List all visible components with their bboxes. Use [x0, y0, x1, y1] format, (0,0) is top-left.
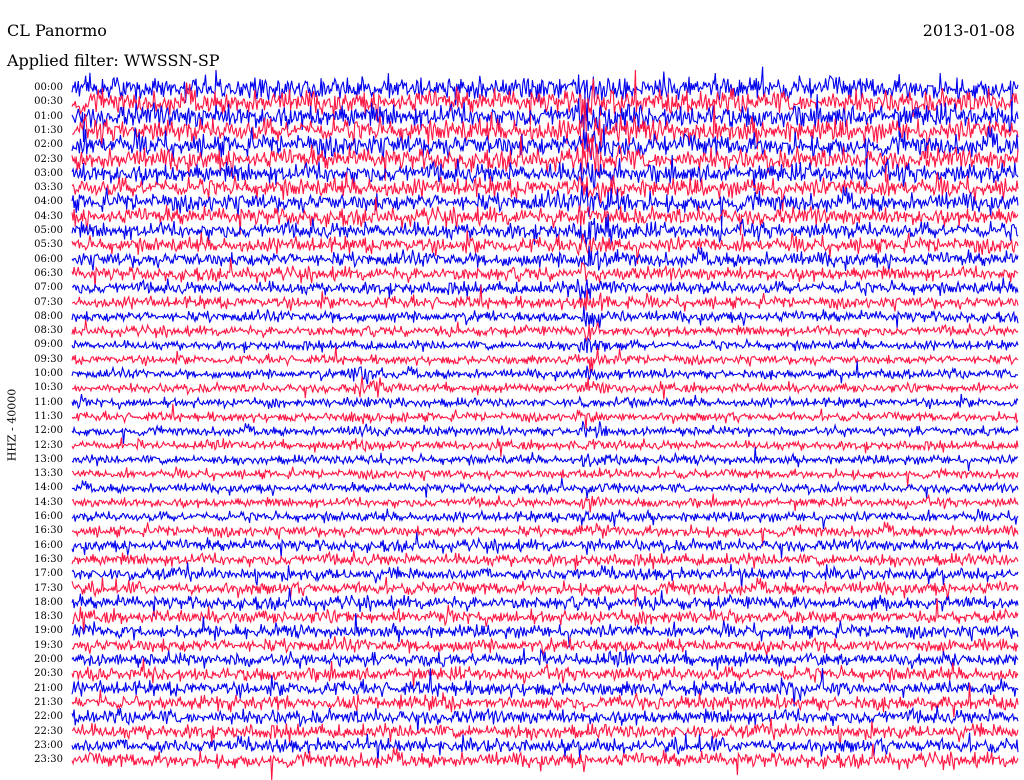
row-label: 04:30: [34, 210, 63, 222]
station-title: CL Panormo: [7, 21, 107, 40]
trace-0130: [71, 98, 1019, 159]
trace-1200: [71, 421, 1019, 444]
row-label: 06:00: [34, 253, 63, 265]
row-label: 06:30: [34, 267, 63, 279]
row-label: 20:30: [34, 668, 63, 680]
row-label: 19:30: [34, 639, 63, 651]
row-label: 00:00: [34, 82, 63, 93]
applied-filter-label: Applied filter: WWSSN-SP: [7, 51, 220, 70]
row-label: 10:00: [34, 368, 63, 379]
row-label: 16:30: [34, 525, 63, 537]
row-label: 21:30: [34, 696, 63, 708]
row-label: 16:30: [34, 553, 63, 565]
trace-0830: [71, 319, 1019, 343]
trace-1800: [71, 587, 1019, 617]
row-label: 07:30: [34, 296, 63, 308]
trace-1330: [71, 465, 1019, 487]
trace-2200: [71, 706, 1019, 733]
row-label: 01:30: [34, 124, 63, 136]
trace-0000: [71, 66, 1019, 122]
trace-2330: [71, 743, 1019, 780]
trace-1230: [71, 437, 1019, 457]
row-label: 17:30: [34, 582, 63, 594]
trace-1700: [71, 562, 1019, 590]
trace-0730: [71, 285, 1019, 312]
row-label: 13:30: [34, 468, 63, 480]
row-label: 23:30: [34, 754, 63, 766]
row-label: 04:00: [34, 196, 63, 208]
row-label: 12:00: [34, 425, 63, 437]
trace-0330: [71, 172, 1019, 212]
row-label: 20:00: [34, 654, 63, 665]
row-label: 08:00: [34, 310, 63, 322]
row-label: 10:30: [34, 382, 63, 394]
row-label: 18:00: [34, 596, 63, 608]
trace-1500: [71, 508, 1019, 530]
row-label: 14:00: [34, 482, 63, 494]
trace-1000: [71, 361, 1019, 385]
trace-1100: [71, 393, 1019, 410]
row-label: 23:00: [34, 739, 63, 751]
row-label: 21:00: [34, 682, 63, 694]
seismogram-plot: [71, 66, 1019, 780]
row-label: 01:00: [34, 110, 63, 122]
row-label: 00:30: [34, 96, 63, 108]
trace-0930: [71, 346, 1019, 374]
trace-0700: [71, 277, 1019, 301]
trace-0400: [71, 185, 1019, 228]
row-label: 11:00: [34, 396, 63, 408]
row-label: 02:00: [34, 139, 63, 151]
row-label: 03:30: [34, 182, 63, 194]
trace-1300: [71, 447, 1019, 471]
trace-0900: [71, 336, 1019, 354]
row-label: 16:00: [34, 539, 63, 551]
row-label: 05:00: [34, 225, 63, 236]
row-label: 03:00: [34, 167, 63, 179]
row-label: 07:00: [34, 282, 63, 294]
row-label: 05:30: [34, 239, 63, 251]
row-label: 12:30: [34, 439, 63, 451]
row-label: 18:30: [34, 611, 63, 623]
trace-1630: [71, 550, 1019, 571]
row-label: 17:00: [34, 568, 63, 580]
row-label: 08:30: [34, 325, 63, 337]
row-label: 22:30: [34, 725, 63, 737]
trace-1130: [71, 403, 1019, 429]
row-label: 14:30: [34, 496, 63, 508]
trace-2030: [71, 658, 1019, 687]
record-date: 2013-01-08: [922, 21, 1015, 40]
trace-1030: [71, 376, 1019, 400]
trace-1430: [71, 493, 1019, 513]
row-label: 09:30: [34, 353, 63, 365]
row-label: 19:00: [34, 625, 63, 637]
row-label: 22:00: [34, 711, 63, 723]
row-label: 09:00: [34, 339, 63, 351]
row-label: 13:00: [34, 453, 63, 465]
trace-1400: [71, 478, 1019, 499]
trace-0630: [71, 258, 1019, 288]
row-label: 16:00: [34, 511, 63, 522]
row-label: 02:30: [34, 153, 63, 165]
trace-0800: [71, 306, 1019, 329]
row-label: 11:30: [34, 410, 63, 422]
trace-0030: [71, 69, 1019, 128]
